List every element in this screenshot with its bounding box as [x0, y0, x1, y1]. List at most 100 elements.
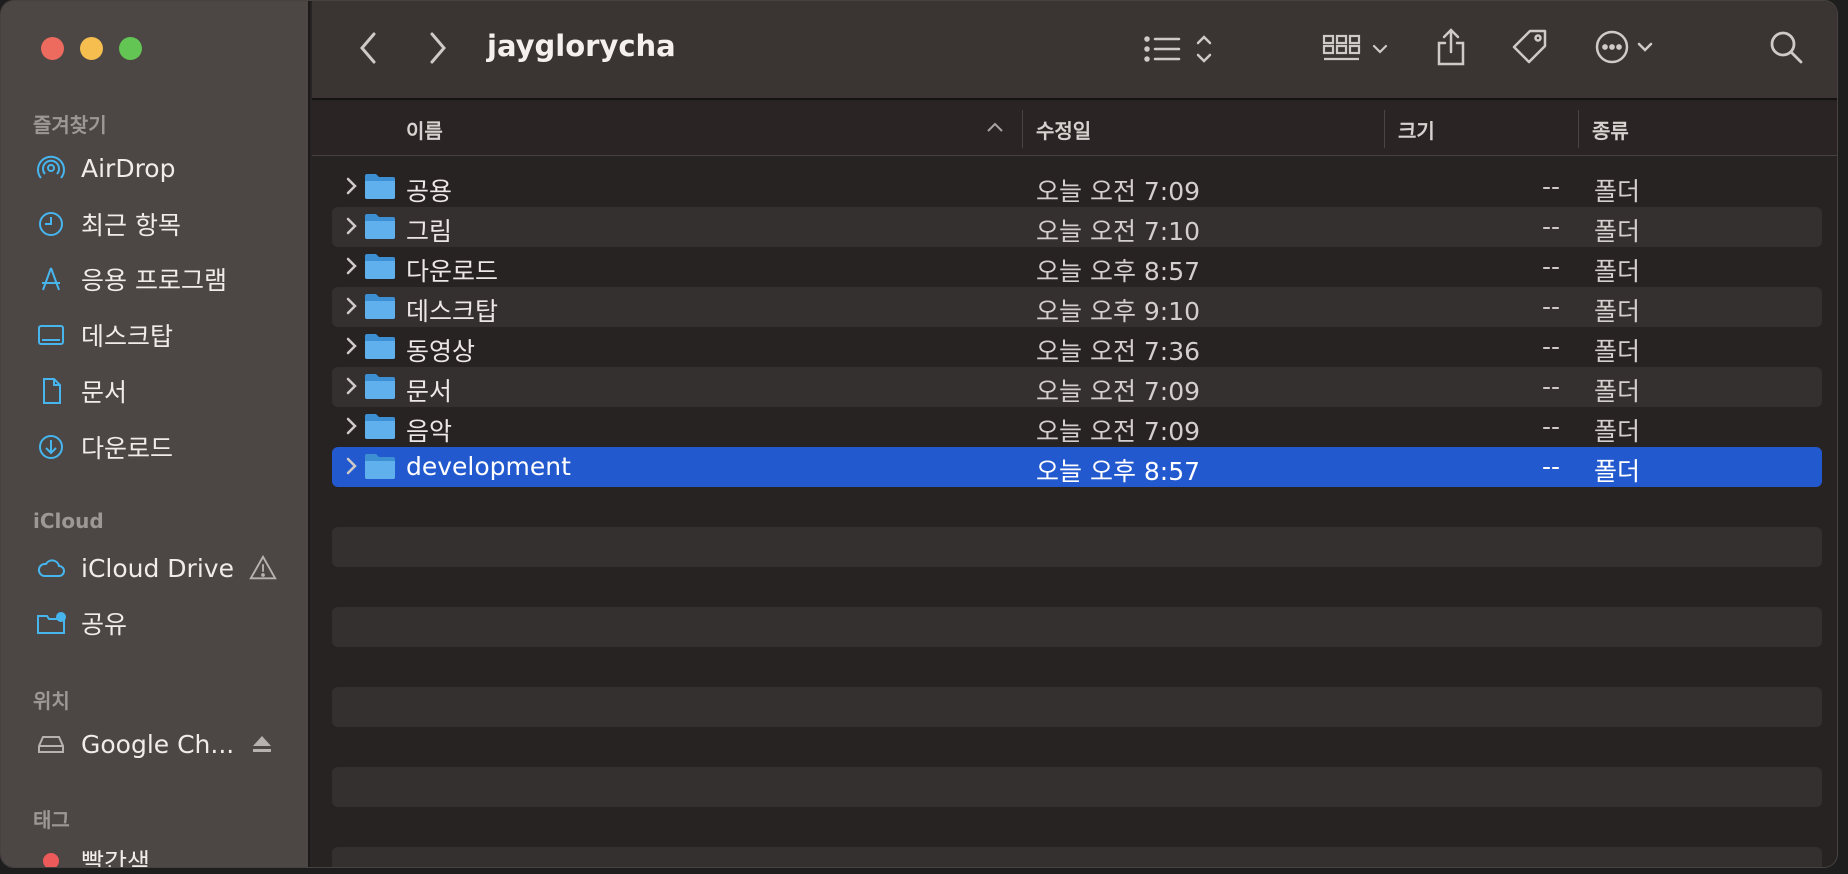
file-name: 그림 — [406, 217, 453, 246]
file-size: -- — [1542, 292, 1561, 321]
file-modified-date: 오늘 오전 7:10 — [1036, 217, 1201, 246]
eject-icon[interactable] — [250, 732, 274, 756]
file-modified-date: 오늘 오전 7:09 — [1036, 177, 1201, 206]
airdrop-icon — [37, 155, 65, 179]
more-actions-button[interactable] — [1594, 29, 1664, 65]
desktop-icon — [38, 325, 64, 345]
file-size: -- — [1542, 212, 1561, 241]
window-controls — [41, 37, 142, 60]
file-kind: 폴더 — [1594, 457, 1641, 486]
folder-icon — [365, 294, 395, 319]
disclosure-chevron-icon[interactable] — [340, 335, 362, 357]
column-separator[interactable] — [1384, 110, 1385, 148]
chevron-right-icon — [430, 32, 446, 64]
column-size[interactable]: 크기 — [1398, 115, 1435, 144]
tags-section-label: 태그 — [33, 808, 70, 832]
sidebar-item-label: Google Ch... — [81, 729, 235, 759]
file-row[interactable]: 공용 오늘 오전 7:09 -- 폴더 — [332, 167, 1822, 207]
folder-icon — [365, 254, 395, 279]
minimize-window-button[interactable] — [80, 37, 103, 60]
disclosure-chevron-icon[interactable] — [340, 175, 362, 197]
file-kind: 폴더 — [1594, 217, 1641, 246]
file-modified-date: 오늘 오전 7:09 — [1036, 417, 1201, 446]
sidebar-item-label: 빨간색 — [81, 848, 151, 868]
column-header: 이름 수정일 크기 종류 — [312, 102, 1837, 156]
sidebar-item-desktop[interactable]: 데스크탑 — [35, 315, 173, 355]
sidebar-item-label: iCloud Drive — [81, 553, 234, 583]
empty-row — [332, 687, 1822, 727]
file-size: -- — [1542, 252, 1561, 281]
search-button[interactable] — [1768, 29, 1804, 65]
download-icon — [39, 435, 63, 459]
toolbar: jayglorycha — [312, 1, 1837, 100]
zoom-window-button[interactable] — [119, 37, 142, 60]
column-separator[interactable] — [1578, 110, 1579, 148]
empty-row — [332, 847, 1822, 867]
file-size: -- — [1542, 172, 1561, 201]
file-size: -- — [1542, 452, 1561, 481]
file-row[interactable]: 동영상 오늘 오전 7:36 -- 폴더 — [332, 327, 1822, 367]
sidebar-item-icloud-drive[interactable]: iCloud Drive — [35, 548, 278, 588]
folder-icon — [365, 334, 395, 359]
column-name[interactable]: 이름 — [406, 115, 443, 144]
disclosure-chevron-icon[interactable] — [340, 415, 362, 437]
disclosure-chevron-icon[interactable] — [340, 215, 362, 237]
chevron-left-icon — [360, 32, 376, 64]
grid-group-icon — [1322, 34, 1388, 61]
empty-row — [332, 527, 1822, 567]
icloud-section-label: iCloud — [33, 509, 104, 533]
back-button[interactable] — [354, 29, 382, 67]
group-button[interactable] — [1322, 31, 1394, 67]
file-row[interactable]: 문서 오늘 오전 7:09 -- 폴더 — [332, 367, 1822, 407]
column-separator[interactable] — [1022, 110, 1023, 148]
file-row[interactable]: 음악 오늘 오전 7:09 -- 폴더 — [332, 407, 1822, 447]
sidebar-item-tag-red[interactable]: 빨간색 — [35, 841, 151, 868]
sidebar-item-shared[interactable]: 공유 — [35, 603, 127, 643]
folder-icon — [365, 174, 395, 199]
disclosure-chevron-icon[interactable] — [340, 295, 362, 317]
tag-icon — [1512, 29, 1547, 64]
file-size: -- — [1542, 372, 1561, 401]
sidebar-item-documents[interactable]: 문서 — [35, 371, 127, 411]
sidebar-item-label: 다운로드 — [81, 434, 174, 463]
cloud-icon — [37, 559, 65, 577]
file-kind: 폴더 — [1594, 257, 1641, 286]
file-size: -- — [1542, 332, 1561, 361]
warning-icon[interactable] — [248, 553, 278, 583]
file-kind: 폴더 — [1594, 297, 1641, 326]
close-window-button[interactable] — [41, 37, 64, 60]
file-name: 문서 — [406, 377, 453, 406]
file-name: 데스크탑 — [406, 297, 499, 326]
file-name: 다운로드 — [406, 257, 499, 286]
disclosure-chevron-icon[interactable] — [340, 455, 362, 477]
sidebar: 즐겨찾기 AirDrop 최근 항목 응용 프로그램 데스크탑 문서 다운로드 … — [1, 1, 310, 867]
file-modified-date: 오늘 오전 7:36 — [1036, 337, 1201, 366]
file-modified-date: 오늘 오후 8:57 — [1036, 457, 1201, 486]
file-modified-date: 오늘 오전 7:09 — [1036, 377, 1201, 406]
sidebar-item-recents[interactable]: 최근 항목 — [35, 204, 181, 244]
file-row[interactable]: 다운로드 오늘 오후 8:57 -- 폴더 — [332, 247, 1822, 287]
sidebar-item-applications[interactable]: 응용 프로그램 — [35, 259, 227, 299]
disclosure-chevron-icon[interactable] — [340, 255, 362, 277]
column-kind[interactable]: 종류 — [1592, 115, 1629, 144]
disclosure-chevron-icon[interactable] — [340, 375, 362, 397]
file-row[interactable]: development 오늘 오후 8:57 -- 폴더 — [332, 447, 1822, 487]
sidebar-item-google-chrome[interactable]: Google Ch... — [35, 724, 274, 764]
sidebar-item-label: 공유 — [81, 610, 128, 639]
share-button[interactable] — [1434, 27, 1468, 67]
view-options-button[interactable] — [1142, 31, 1222, 67]
document-icon — [43, 378, 61, 404]
sidebar-item-downloads[interactable]: 다운로드 — [35, 427, 173, 467]
tag-dot-icon — [43, 853, 59, 867]
file-row[interactable]: 그림 오늘 오전 7:10 -- 폴더 — [332, 207, 1822, 247]
file-kind: 폴더 — [1594, 377, 1641, 406]
sort-ascending-icon[interactable] — [986, 120, 1004, 134]
sidebar-item-airdrop[interactable]: AirDrop — [35, 148, 175, 188]
file-name: 동영상 — [406, 337, 476, 366]
sidebar-item-label: 최근 항목 — [81, 211, 181, 240]
file-row[interactable]: 데스크탑 오늘 오후 9:10 -- 폴더 — [332, 287, 1822, 327]
forward-button[interactable] — [424, 29, 452, 67]
sidebar-item-label: AirDrop — [81, 153, 176, 183]
column-modified[interactable]: 수정일 — [1036, 115, 1091, 144]
tag-button[interactable] — [1510, 27, 1550, 67]
